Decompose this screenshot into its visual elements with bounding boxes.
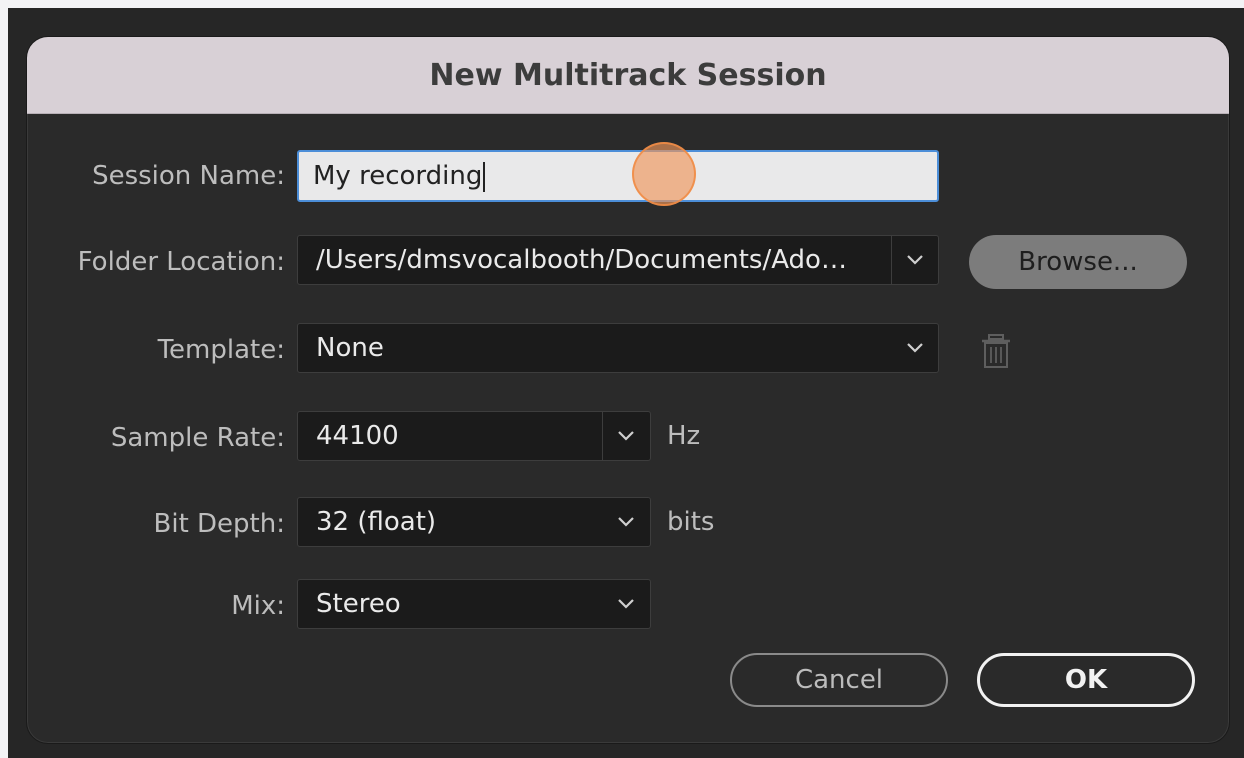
bit-depth-dropdown[interactable]: 32 (float) (297, 497, 651, 547)
text-caret (483, 161, 486, 192)
mix-dropdown[interactable]: Stereo (297, 579, 651, 629)
chevron-down-icon[interactable] (602, 411, 650, 461)
new-multitrack-session-dialog: New Multitrack Session Session Name: My … (26, 36, 1230, 744)
trash-icon[interactable] (979, 333, 1013, 369)
template-value: None (316, 333, 384, 363)
sample-rate-unit: Hz (667, 421, 701, 451)
sample-rate-value: 44100 (316, 421, 399, 451)
chevron-down-icon (602, 497, 650, 547)
chevron-down-icon (602, 579, 650, 629)
cancel-button[interactable]: Cancel (730, 653, 948, 707)
bit-depth-row: Bit Depth: 32 (float) bits (27, 497, 1229, 551)
folder-location-label: Folder Location: (77, 247, 285, 277)
session-name-value: My recording (313, 161, 483, 191)
browse-label: Browse... (1018, 247, 1138, 277)
sample-rate-combobox[interactable]: 44100 (297, 411, 651, 461)
bit-depth-unit: bits (667, 507, 715, 537)
sample-rate-label: Sample Rate: (110, 423, 285, 453)
click-indicator (632, 142, 696, 206)
chevron-down-icon (891, 323, 939, 373)
chevron-down-icon[interactable] (891, 235, 939, 285)
template-row: Template: None (27, 323, 1229, 377)
cancel-label: Cancel (794, 665, 884, 695)
mix-value: Stereo (316, 589, 401, 619)
sample-rate-row: Sample Rate: 44100 Hz (27, 411, 1229, 465)
template-dropdown[interactable]: None (297, 323, 939, 373)
ok-label: OK (1064, 665, 1108, 695)
dialog-title: New Multitrack Session (429, 57, 827, 93)
mix-row: Mix: Stereo (27, 579, 1229, 633)
mix-label: Mix: (231, 591, 285, 621)
folder-location-dropdown[interactable]: /Users/dmsvocalbooth/Documents/Ado… (297, 235, 939, 285)
title-bar: New Multitrack Session (27, 37, 1229, 114)
template-label: Template: (157, 335, 285, 365)
bit-depth-value: 32 (float) (316, 507, 437, 537)
ok-button[interactable]: OK (977, 653, 1195, 707)
bit-depth-label: Bit Depth: (153, 509, 285, 539)
session-name-input[interactable]: My recording (297, 150, 939, 202)
browse-button[interactable]: Browse... (969, 235, 1187, 289)
folder-location-value: /Users/dmsvocalbooth/Documents/Ado… (316, 245, 847, 275)
session-name-label: Session Name: (92, 161, 285, 191)
